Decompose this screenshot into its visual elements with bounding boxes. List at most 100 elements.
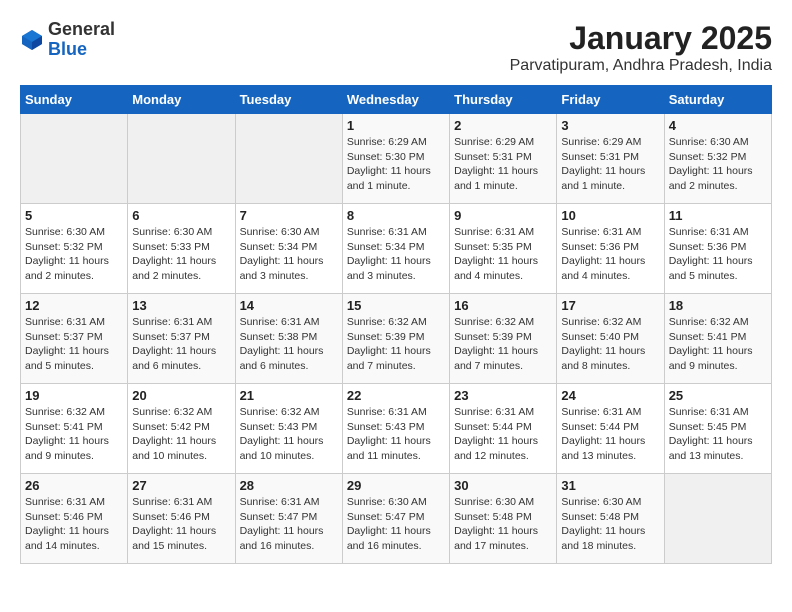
day-number: 27 (132, 478, 230, 493)
calendar-cell: 19Sunrise: 6:32 AMSunset: 5:41 PMDayligh… (21, 384, 128, 474)
day-info: Sunrise: 6:32 AMSunset: 5:40 PMDaylight:… (561, 315, 659, 374)
day-number: 6 (132, 208, 230, 223)
day-number: 1 (347, 118, 445, 133)
day-number: 24 (561, 388, 659, 403)
calendar-cell: 9Sunrise: 6:31 AMSunset: 5:35 PMDaylight… (450, 204, 557, 294)
calendar-cell: 14 Sunrise: 6:31 AMSunset: 5:38 PMDayligh… (235, 294, 342, 384)
calendar-cell (21, 114, 128, 204)
logo-blue: Blue (48, 40, 115, 60)
calendar-table: SundayMondayTuesdayWednesdayThursdayFrid… (20, 85, 772, 564)
day-number: 17 (561, 298, 659, 313)
day-number: 30 (454, 478, 552, 493)
day-info: Sunrise: 6:30 AMSunset: 5:33 PMDaylight:… (132, 225, 230, 284)
day-info: Sunrise: 6:29 AMSunset: 5:31 PMDaylight:… (454, 135, 552, 194)
calendar-cell: 29Sunrise: 6:30 AMSunset: 5:47 PMDayligh… (342, 474, 449, 564)
day-info: Sunrise: 6:31 AMSunset: 5:37 PMDaylight:… (25, 315, 123, 374)
weekday-header: Tuesday (235, 86, 342, 114)
day-number: 14 (240, 298, 338, 313)
calendar-cell: 16 Sunrise: 6:32 AMSunset: 5:39 PMDayligh… (450, 294, 557, 384)
day-info: Sunrise: 6:31 AMSunset: 5:46 PMDaylight:… (25, 495, 123, 554)
calendar-title: January 2025 (510, 20, 772, 57)
day-number: 5 (25, 208, 123, 223)
weekday-header: Wednesday (342, 86, 449, 114)
day-info: Sunrise: 6:31 AMSunset: 5:36 PMDaylight:… (561, 225, 659, 284)
calendar-cell: 21Sunrise: 6:32 AMSunset: 5:43 PMDayligh… (235, 384, 342, 474)
calendar-cell: 10 Sunrise: 6:31 AMSunset: 5:36 PMDayligh… (557, 204, 664, 294)
day-number: 9 (454, 208, 552, 223)
day-number: 31 (561, 478, 659, 493)
calendar-cell: 2 Sunrise: 6:29 AMSunset: 5:31 PMDaylight… (450, 114, 557, 204)
calendar-week-row: 19Sunrise: 6:32 AMSunset: 5:41 PMDayligh… (21, 384, 772, 474)
day-number: 10 (561, 208, 659, 223)
day-info: Sunrise: 6:32 AMSunset: 5:41 PMDaylight:… (669, 315, 767, 374)
logo: General Blue (20, 20, 115, 60)
calendar-cell: 4Sunrise: 6:30 AMSunset: 5:32 PMDaylight… (664, 114, 771, 204)
calendar-cell: 6 Sunrise: 6:30 AMSunset: 5:33 PMDaylight… (128, 204, 235, 294)
calendar-cell: 24 Sunrise: 6:31 AMSunset: 5:44 PMDayligh… (557, 384, 664, 474)
calendar-cell (128, 114, 235, 204)
day-info: Sunrise: 6:31 AMSunset: 5:45 PMDaylight:… (669, 405, 767, 464)
day-number: 7 (240, 208, 338, 223)
day-number: 11 (669, 208, 767, 223)
day-number: 29 (347, 478, 445, 493)
logo-icon (20, 28, 44, 52)
day-number: 20 (132, 388, 230, 403)
day-number: 8 (347, 208, 445, 223)
day-info: Sunrise: 6:31 AMSunset: 5:46 PMDaylight:… (132, 495, 230, 554)
day-number: 22 (347, 388, 445, 403)
weekday-header: Saturday (664, 86, 771, 114)
logo-general: General (48, 20, 115, 40)
calendar-cell: 17 Sunrise: 6:32 AMSunset: 5:40 PMDayligh… (557, 294, 664, 384)
day-info: Sunrise: 6:29 AMSunset: 5:31 PMDaylight:… (561, 135, 659, 194)
day-number: 28 (240, 478, 338, 493)
calendar-cell: 12Sunrise: 6:31 AMSunset: 5:37 PMDayligh… (21, 294, 128, 384)
calendar-cell (664, 474, 771, 564)
day-number: 2 (454, 118, 552, 133)
day-info: Sunrise: 6:31 AMSunset: 5:43 PMDaylight:… (347, 405, 445, 464)
day-info: Sunrise: 6:32 AMSunset: 5:43 PMDaylight:… (240, 405, 338, 464)
calendar-cell: 7 Sunrise: 6:30 AMSunset: 5:34 PMDaylight… (235, 204, 342, 294)
calendar-cell: 13 Sunrise: 6:31 AMSunset: 5:37 PMDayligh… (128, 294, 235, 384)
weekday-header: Friday (557, 86, 664, 114)
day-number: 16 (454, 298, 552, 313)
calendar-cell: 31 Sunrise: 6:30 AMSunset: 5:48 PMDayligh… (557, 474, 664, 564)
day-info: Sunrise: 6:32 AMSunset: 5:39 PMDaylight:… (347, 315, 445, 374)
calendar-body: 1 Sunrise: 6:29 AMSunset: 5:30 PMDaylight… (21, 114, 772, 564)
calendar-week-row: 1 Sunrise: 6:29 AMSunset: 5:30 PMDaylight… (21, 114, 772, 204)
day-number: 25 (669, 388, 767, 403)
day-number: 3 (561, 118, 659, 133)
day-info: Sunrise: 6:31 AMSunset: 5:38 PMDaylight:… (240, 315, 338, 374)
day-info: Sunrise: 6:30 AMSunset: 5:48 PMDaylight:… (454, 495, 552, 554)
calendar-header: SundayMondayTuesdayWednesdayThursdayFrid… (21, 86, 772, 114)
calendar-cell: 3 Sunrise: 6:29 AMSunset: 5:31 PMDaylight… (557, 114, 664, 204)
day-number: 15 (347, 298, 445, 313)
calendar-cell: 27 Sunrise: 6:31 AMSunset: 5:46 PMDayligh… (128, 474, 235, 564)
day-info: Sunrise: 6:30 AMSunset: 5:48 PMDaylight:… (561, 495, 659, 554)
day-info: Sunrise: 6:31 AMSunset: 5:36 PMDaylight:… (669, 225, 767, 284)
calendar-cell: 5 Sunrise: 6:30 AMSunset: 5:32 PMDaylight… (21, 204, 128, 294)
day-number: 26 (25, 478, 123, 493)
logo-text: General Blue (48, 20, 115, 60)
day-info: Sunrise: 6:30 AMSunset: 5:32 PMDaylight:… (25, 225, 123, 284)
calendar-cell: 23 Sunrise: 6:31 AMSunset: 5:44 PMDayligh… (450, 384, 557, 474)
day-info: Sunrise: 6:29 AMSunset: 5:30 PMDaylight:… (347, 135, 445, 194)
day-info: Sunrise: 6:31 AMSunset: 5:44 PMDaylight:… (561, 405, 659, 464)
day-info: Sunrise: 6:31 AMSunset: 5:37 PMDaylight:… (132, 315, 230, 374)
weekday-header: Sunday (21, 86, 128, 114)
day-number: 18 (669, 298, 767, 313)
day-info: Sunrise: 6:31 AMSunset: 5:34 PMDaylight:… (347, 225, 445, 284)
day-number: 4 (669, 118, 767, 133)
calendar-cell: 20Sunrise: 6:32 AMSunset: 5:42 PMDayligh… (128, 384, 235, 474)
day-number: 19 (25, 388, 123, 403)
calendar-cell (235, 114, 342, 204)
page-header: General Blue January 2025 Parvatipuram, … (20, 20, 772, 75)
day-info: Sunrise: 6:32 AMSunset: 5:39 PMDaylight:… (454, 315, 552, 374)
calendar-cell: 25 Sunrise: 6:31 AMSunset: 5:45 PMDayligh… (664, 384, 771, 474)
calendar-week-row: 26 Sunrise: 6:31 AMSunset: 5:46 PMDayligh… (21, 474, 772, 564)
day-number: 13 (132, 298, 230, 313)
day-info: Sunrise: 6:30 AMSunset: 5:34 PMDaylight:… (240, 225, 338, 284)
day-info: Sunrise: 6:31 AMSunset: 5:44 PMDaylight:… (454, 405, 552, 464)
calendar-week-row: 5 Sunrise: 6:30 AMSunset: 5:32 PMDaylight… (21, 204, 772, 294)
day-number: 23 (454, 388, 552, 403)
calendar-cell: 30 Sunrise: 6:30 AMSunset: 5:48 PMDayligh… (450, 474, 557, 564)
